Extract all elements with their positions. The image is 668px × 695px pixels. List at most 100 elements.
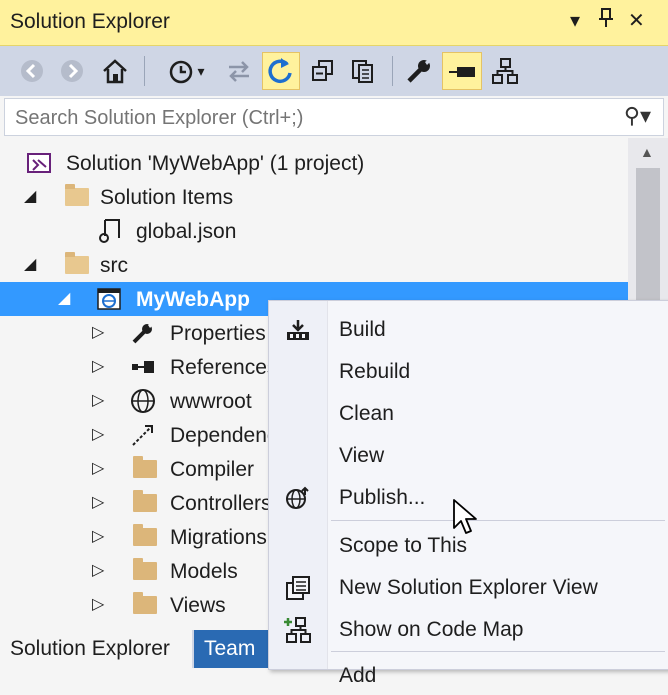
sync-with-active-document-button[interactable] [222,52,256,90]
tree-node-solution[interactable]: Solution 'MyWebApp' (1 project) [0,146,628,180]
mouse-cursor-icon [453,499,477,534]
folder-open-icon [64,184,90,210]
search-input[interactable] [13,103,597,133]
menu-item-add[interactable]: Add [269,655,668,695]
properties-button[interactable] [402,52,436,90]
folder-icon [132,490,158,516]
refresh-button[interactable] [262,52,300,90]
tree-node-label: References [170,356,278,379]
home-button[interactable] [98,52,132,90]
references-icon [130,354,156,380]
pending-changes-filter-button[interactable]: ▾ [158,52,214,90]
tab-solution-explorer[interactable]: Solution Explorer [0,630,192,668]
tree-node-label: Migrations [170,526,267,549]
tree-node-label: Properties [170,322,266,345]
menu-item-rebuild[interactable]: Rebuild [269,351,668,391]
toolbar-separator [392,56,393,86]
tab-team[interactable]: Team [194,630,274,668]
window-position-dropdown-icon[interactable]: ▾ [570,8,580,33]
home-icon [103,59,127,84]
tree-node-label: MyWebApp [136,288,250,311]
menu-item-view[interactable]: View [269,435,668,475]
web-project-icon [96,286,122,312]
json-file-icon [96,218,122,244]
dropdown-arrow-icon: ▾ [197,62,205,79]
expanded-triangle-icon[interactable]: ◢ [58,288,70,308]
tree-node-label: wwwroot [170,390,252,413]
menu-item-label: Show on Code Map [339,618,524,641]
expanded-triangle-icon[interactable]: ◢ [24,254,36,274]
close-icon[interactable]: ✕ [628,8,645,33]
tree-node-label: Compiler [170,458,255,481]
dependencies-icon [130,422,156,448]
menu-separator [331,520,665,521]
solution-icon [26,150,52,176]
tree-node-label: src [100,254,128,277]
collapsed-triangle-icon[interactable]: ▷ [92,424,104,444]
globe-icon [130,388,156,414]
build-icon [283,317,313,343]
menu-item-new-solution-explorer-view[interactable]: New Solution Explorer View [269,567,668,607]
collapsed-triangle-icon[interactable]: ▷ [92,492,104,512]
tree-node-solution-items[interactable]: ◢ Solution Items [0,180,628,214]
collapsed-triangle-icon[interactable]: ▷ [92,594,104,614]
menu-item-label: Scope to This [339,534,468,557]
menu-item-label: New Solution Explorer View [339,576,598,599]
collapsed-triangle-icon[interactable]: ▷ [92,322,104,342]
preview-selected-items-button[interactable] [442,52,482,90]
folder-icon [132,456,158,482]
tree-node-label: Solution Items [100,186,234,209]
collapsed-triangle-icon[interactable]: ▷ [92,390,104,410]
tree-node-label: Models [170,560,238,583]
forward-button[interactable] [56,52,88,90]
tree-node-label: Views [170,594,226,617]
menu-item-label: View [339,444,385,467]
folder-icon [132,558,158,584]
context-menu: Build Rebuild Clean View Publish... Scop… [268,300,668,687]
menu-item-label: Clean [339,402,394,425]
back-icon [21,60,43,82]
collapse-all-button[interactable] [306,52,340,90]
tree-node-label: Controllers [170,492,272,515]
menu-item-clean[interactable]: Clean [269,393,668,433]
pin-icon[interactable] [598,8,614,34]
menu-item-label: Publish... [339,486,426,509]
menu-item-label: Rebuild [339,360,411,383]
menu-item-label: Build [339,318,386,341]
expanded-triangle-icon[interactable]: ◢ [24,186,36,206]
view-class-diagram-button[interactable] [488,52,522,90]
clock-icon [170,60,193,84]
collapsed-triangle-icon[interactable]: ▷ [92,458,104,478]
search-box[interactable]: ⚲▾ [4,98,664,136]
show-all-files-button[interactable] [346,52,380,90]
menu-item-show-on-code-map[interactable]: Show on Code Map [269,609,668,649]
window-title: Solution Explorer [10,10,170,33]
search-icon[interactable]: ⚲▾ [624,103,651,129]
collapsed-triangle-icon[interactable]: ▷ [92,560,104,580]
tree-node-label: global.json [136,220,237,243]
menu-separator [331,651,665,652]
show-all-files-icon [352,60,373,83]
scroll-up-icon[interactable]: ▲ [640,144,654,160]
preview-icon [449,67,475,77]
collapse-all-icon [312,60,333,81]
menu-item-build[interactable]: Build [269,309,668,349]
code-map-icon [283,617,313,643]
new-view-icon [283,575,313,601]
toolbar: ▾ [0,46,668,96]
tree-node-global-json[interactable]: global.json [0,214,628,248]
tree-node-src[interactable]: ◢ src [0,248,628,282]
folder-icon [132,524,158,550]
wrench-icon [407,59,431,83]
collapsed-triangle-icon[interactable]: ▷ [92,356,104,376]
wrench-icon [130,320,156,346]
forward-icon [61,60,83,82]
refresh-icon [268,58,292,83]
collapsed-triangle-icon[interactable]: ▷ [92,526,104,546]
folder-icon [132,592,158,618]
class-diagram-icon [492,58,518,84]
back-button[interactable] [16,52,48,90]
publish-globe-icon [283,485,313,511]
toolbar-separator [144,56,145,86]
tree-node-label: Solution 'MyWebApp' (1 project) [66,152,365,175]
